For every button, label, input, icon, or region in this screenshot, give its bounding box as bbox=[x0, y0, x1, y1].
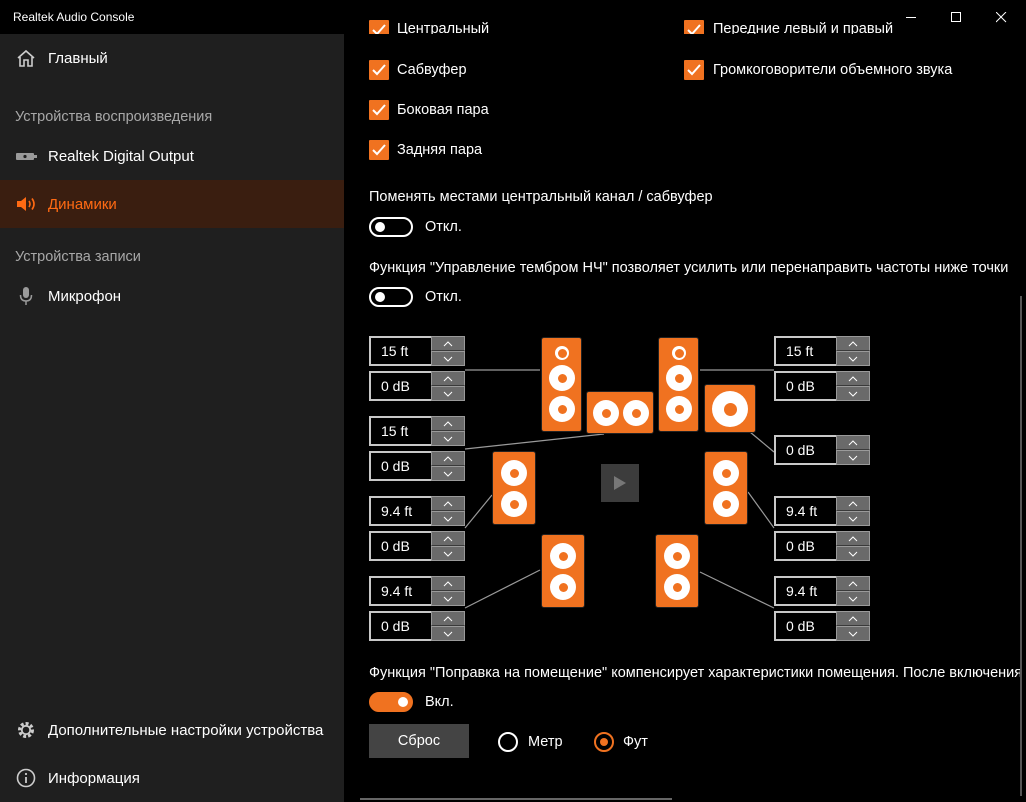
center-distance-value[interactable]: 15 ft bbox=[369, 416, 431, 446]
chevron-up-icon[interactable] bbox=[836, 336, 870, 351]
subwoofer-gain-value[interactable]: 0 dB bbox=[774, 435, 836, 465]
chevron-down-icon[interactable] bbox=[431, 511, 465, 526]
chevron-down-icon[interactable] bbox=[431, 591, 465, 606]
side-left-speaker[interactable] bbox=[492, 451, 536, 525]
chevron-up-icon[interactable] bbox=[431, 451, 465, 466]
center-gain-spinner[interactable]: 0 dB bbox=[369, 451, 465, 481]
play-icon bbox=[614, 476, 626, 490]
front-right-gain-spinner[interactable]: 0 dB bbox=[774, 371, 870, 401]
chevron-down-icon[interactable] bbox=[431, 431, 465, 446]
chevron-up-icon[interactable] bbox=[836, 576, 870, 591]
tweeter bbox=[672, 346, 686, 360]
front-left-distance-value[interactable]: 15 ft bbox=[369, 336, 431, 366]
chevron-up-icon[interactable] bbox=[836, 435, 870, 450]
vertical-scrollbar[interactable] bbox=[1020, 296, 1022, 796]
room-label: Функция "Поправка на помещение" компенси… bbox=[369, 665, 1023, 681]
toggle-knob bbox=[398, 697, 408, 707]
center-distance-spinner[interactable]: 15 ft bbox=[369, 416, 465, 446]
woofer bbox=[664, 574, 690, 600]
subwoofer-speaker[interactable] bbox=[704, 384, 756, 433]
chevron-up-icon[interactable] bbox=[431, 336, 465, 351]
rear-left-distance-value[interactable]: 9.4 ft bbox=[369, 576, 431, 606]
woofer bbox=[550, 574, 576, 600]
front-left-gain-value[interactable]: 0 dB bbox=[369, 371, 431, 401]
radio-feet-label: Фут bbox=[623, 734, 648, 750]
rear-left-speaker[interactable] bbox=[541, 534, 585, 608]
radio-feet[interactable] bbox=[594, 732, 614, 752]
chevron-up-icon[interactable] bbox=[431, 611, 465, 626]
subwoofer-gain-spinner[interactable]: 0 dB bbox=[774, 435, 870, 465]
woofer bbox=[623, 400, 649, 426]
woofer bbox=[501, 460, 527, 486]
woofer bbox=[712, 391, 748, 427]
radio-meter[interactable] bbox=[498, 732, 518, 752]
chevron-down-icon[interactable] bbox=[431, 546, 465, 561]
rear-right-gain-value[interactable]: 0 dB bbox=[774, 611, 836, 641]
woofer bbox=[713, 491, 739, 517]
chevron-up-icon[interactable] bbox=[431, 576, 465, 591]
side-right-distance-spinner[interactable]: 9.4 ft bbox=[774, 496, 870, 526]
chevron-down-icon[interactable] bbox=[431, 466, 465, 481]
chevron-down-icon[interactable] bbox=[431, 386, 465, 401]
side-right-gain-value[interactable]: 0 dB bbox=[774, 531, 836, 561]
chevron-down-icon[interactable] bbox=[431, 351, 465, 366]
woofer bbox=[664, 543, 690, 569]
chevron-up-icon[interactable] bbox=[836, 531, 870, 546]
chevron-down-icon[interactable] bbox=[836, 511, 870, 526]
rear-right-distance-value[interactable]: 9.4 ft bbox=[774, 576, 836, 606]
woofer bbox=[593, 400, 619, 426]
room-state: Вкл. bbox=[425, 694, 454, 710]
side-right-speaker[interactable] bbox=[704, 451, 748, 525]
chevron-up-icon[interactable] bbox=[431, 371, 465, 386]
tweeter bbox=[555, 346, 569, 360]
front-left-distance-spinner[interactable]: 15 ft bbox=[369, 336, 465, 366]
woofer bbox=[550, 543, 576, 569]
side-right-distance-value[interactable]: 9.4 ft bbox=[774, 496, 836, 526]
radio-meter-label: Метр bbox=[528, 734, 563, 750]
rear-left-gain-spinner[interactable]: 0 dB bbox=[369, 611, 465, 641]
rear-right-speaker[interactable] bbox=[655, 534, 699, 608]
chevron-up-icon[interactable] bbox=[836, 371, 870, 386]
woofer bbox=[549, 396, 575, 422]
woofer bbox=[501, 491, 527, 517]
chevron-up-icon[interactable] bbox=[431, 496, 465, 511]
rear-left-gain-value[interactable]: 0 dB bbox=[369, 611, 431, 641]
horizontal-scrollbar[interactable] bbox=[360, 798, 672, 800]
chevron-down-icon[interactable] bbox=[836, 386, 870, 401]
front-left-gain-spinner[interactable]: 0 dB bbox=[369, 371, 465, 401]
room-label-clip: Функция "Поправка на помещение" компенси… bbox=[369, 664, 1026, 684]
rear-left-distance-spinner[interactable]: 9.4 ft bbox=[369, 576, 465, 606]
rear-right-distance-spinner[interactable]: 9.4 ft bbox=[774, 576, 870, 606]
rear-right-gain-spinner[interactable]: 0 dB bbox=[774, 611, 870, 641]
side-left-distance-spinner[interactable]: 9.4 ft bbox=[369, 496, 465, 526]
chevron-down-icon[interactable] bbox=[836, 450, 870, 465]
chevron-up-icon[interactable] bbox=[836, 496, 870, 511]
test-play-button[interactable] bbox=[601, 464, 639, 502]
woofer bbox=[549, 365, 575, 391]
woofer bbox=[666, 365, 692, 391]
front-right-distance-spinner[interactable]: 15 ft bbox=[774, 336, 870, 366]
center-speaker[interactable] bbox=[586, 391, 654, 434]
front-right-speaker[interactable] bbox=[658, 337, 699, 432]
chevron-down-icon[interactable] bbox=[836, 626, 870, 641]
room-toggle[interactable] bbox=[369, 692, 413, 712]
chevron-down-icon[interactable] bbox=[836, 351, 870, 366]
chevron-up-icon[interactable] bbox=[836, 611, 870, 626]
chevron-down-icon[interactable] bbox=[431, 626, 465, 641]
chevron-down-icon[interactable] bbox=[836, 546, 870, 561]
woofer bbox=[666, 396, 692, 422]
woofer bbox=[713, 460, 739, 486]
center-gain-value[interactable]: 0 dB bbox=[369, 451, 431, 481]
chevron-up-icon[interactable] bbox=[431, 531, 465, 546]
front-right-gain-value[interactable]: 0 dB bbox=[774, 371, 836, 401]
side-left-gain-value[interactable]: 0 dB bbox=[369, 531, 431, 561]
side-left-distance-value[interactable]: 9.4 ft bbox=[369, 496, 431, 526]
chevron-up-icon[interactable] bbox=[431, 416, 465, 431]
chevron-down-icon[interactable] bbox=[836, 591, 870, 606]
front-left-speaker[interactable] bbox=[541, 337, 582, 432]
front-right-distance-value[interactable]: 15 ft bbox=[774, 336, 836, 366]
side-left-gain-spinner[interactable]: 0 dB bbox=[369, 531, 465, 561]
side-right-gain-spinner[interactable]: 0 dB bbox=[774, 531, 870, 561]
reset-button[interactable]: Сброс bbox=[369, 724, 469, 758]
